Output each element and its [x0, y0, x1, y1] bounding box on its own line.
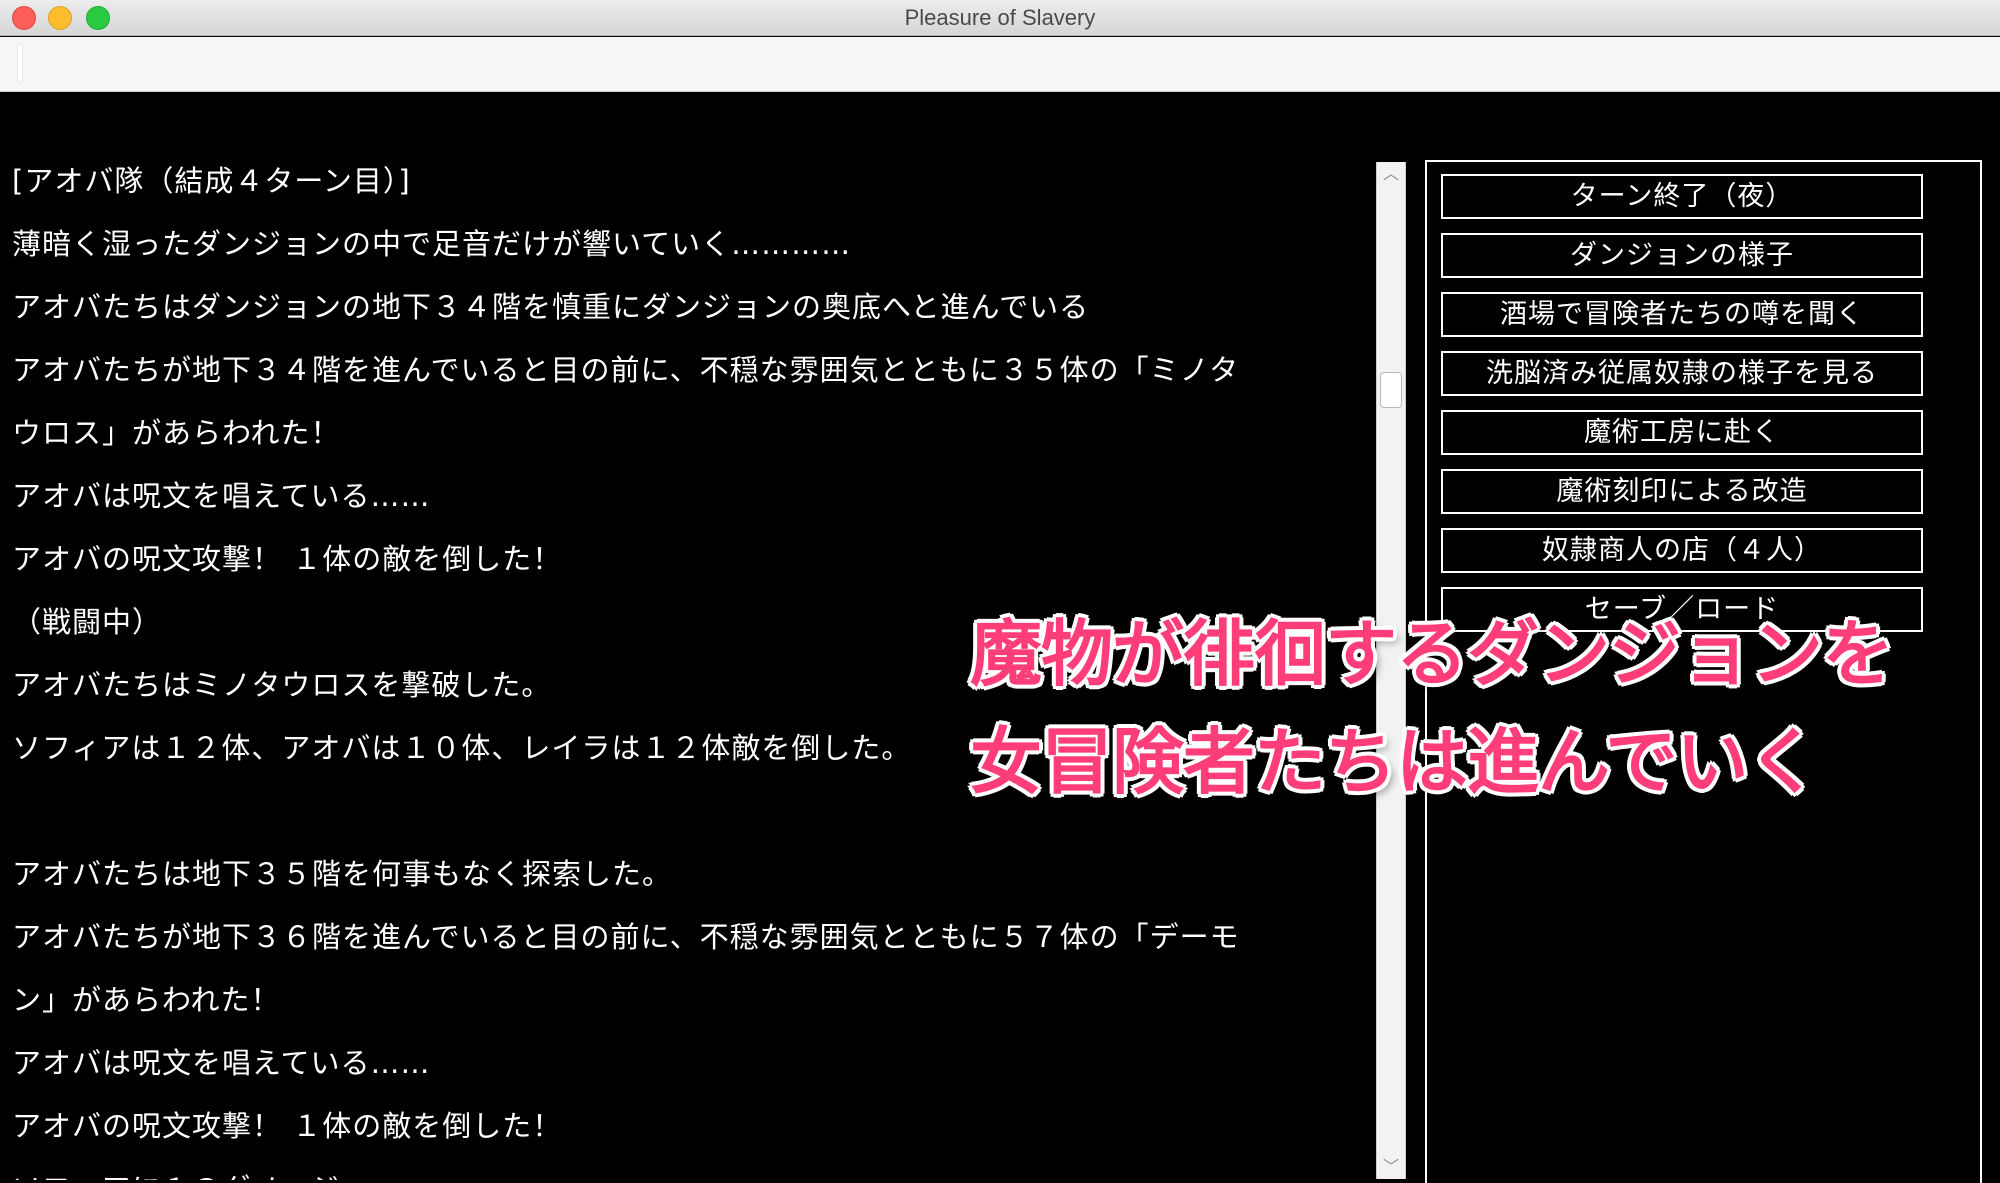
- view-slaves-button[interactable]: 洗脳済み従属奴隷の様子を見る: [1441, 351, 1923, 396]
- toolbar: [0, 37, 2000, 92]
- scroll-down-icon[interactable]: ﹀: [1377, 1155, 1405, 1179]
- window-title: Pleasure of Slavery: [904, 5, 1096, 30]
- log-scrollbar[interactable]: ︿ ﹀: [1376, 162, 1406, 1179]
- app-window: Pleasure of Slavery [アオバ隊（結成４ターン目）] 薄暗く湿…: [0, 0, 2000, 1183]
- scroll-up-icon[interactable]: ︿: [1377, 162, 1405, 186]
- log-line: アオバたちは地下３５階を何事もなく探索した。: [12, 857, 673, 891]
- log-line: 薄暗く湿ったダンジョンの中で足音だけが響いていく…………: [12, 227, 852, 261]
- scroll-thumb[interactable]: [1380, 372, 1402, 408]
- title-bar[interactable]: Pleasure of Slavery: [0, 0, 2000, 36]
- log-line: アオバたちはミノタウロスを撃破した。: [12, 668, 552, 702]
- tavern-rumors-button[interactable]: 酒場で冒険者たちの噂を聞く: [1441, 292, 1923, 337]
- magic-workshop-button[interactable]: 魔術工房に赴く: [1441, 410, 1923, 455]
- message-log: [アオバ隊（結成４ターン目）] 薄暗く湿ったダンジョンの中で足音だけが響いていく…: [12, 150, 1372, 1180]
- log-line: ソフィアに１のダメージ: [12, 1158, 1372, 1180]
- log-line: アオバたちが地下３６階を進んでいると目の前に、不穏な雰囲気とともに５７体の「デー…: [12, 920, 1240, 954]
- log-line: アオバたちはダンジョンの地下３４階を慎重にダンジョンの奥底へと進んでいる: [12, 290, 1090, 324]
- log-line: アオバは呪文を唱えている……: [12, 1046, 431, 1080]
- text-caret-icon: [18, 44, 22, 82]
- log-line: アオバの呪文攻撃！ １体の敵を倒した！: [12, 542, 563, 576]
- save-load-button[interactable]: セーブ／ロード: [1441, 587, 1923, 632]
- slave-shop-button[interactable]: 奴隷商人の店（４人）: [1441, 528, 1923, 573]
- dungeon-status-button[interactable]: ダンジョンの様子: [1441, 233, 1923, 278]
- log-line: アオバたちが地下３４階を進んでいると目の前に、不穏な雰囲気とともに３５体の「ミノ…: [12, 353, 1240, 387]
- log-line: （戦闘中）: [12, 605, 163, 639]
- command-menu: ターン終了（夜） ダンジョンの様子 酒場で冒険者たちの噂を聞く 洗脳済み従属奴隷…: [1425, 160, 1982, 1183]
- log-line: ン」があらわれた！: [12, 983, 281, 1017]
- log-line: ソフィアは１２体、アオバは１０体、レイラは１２体敵を倒した。: [12, 731, 912, 765]
- log-line: アオバの呪文攻撃！ １体の敵を倒した！: [12, 1109, 563, 1143]
- log-line: アオバは呪文を唱えている……: [12, 479, 431, 513]
- log-line: ウロス」があらわれた！: [12, 416, 341, 450]
- end-turn-button[interactable]: ターン終了（夜）: [1441, 174, 1923, 219]
- log-line: [アオバ隊（結成４ターン目）]: [12, 164, 411, 198]
- magic-seal-modify-button[interactable]: 魔術刻印による改造: [1441, 469, 1923, 514]
- game-content: [アオバ隊（結成４ターン目）] 薄暗く湿ったダンジョンの中で足音だけが響いていく…: [0, 92, 2000, 1183]
